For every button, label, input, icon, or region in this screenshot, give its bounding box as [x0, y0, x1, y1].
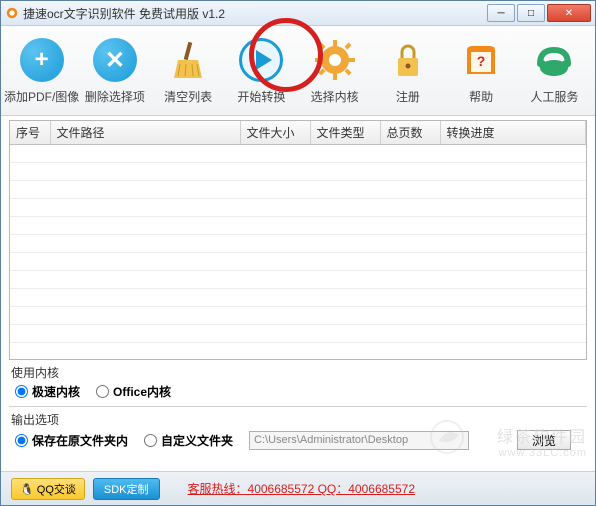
- table-row: [10, 307, 586, 325]
- browse-button[interactable]: 浏览: [517, 430, 571, 450]
- separator: [9, 406, 587, 407]
- engine-label: 选择内核: [311, 88, 359, 105]
- register-label: 注册: [396, 88, 420, 105]
- gear-icon: [311, 36, 359, 84]
- output-radio-group: 保存在原文件夹内 自定义文件夹 浏览: [15, 430, 581, 450]
- clear-button[interactable]: 清空列表: [154, 36, 222, 105]
- table-body: [10, 145, 586, 361]
- delete-button[interactable]: ✕ 删除选择项: [81, 36, 149, 105]
- maximize-button[interactable]: □: [517, 4, 545, 22]
- table-row: [10, 343, 586, 361]
- start-convert-button[interactable]: 开始转换: [227, 36, 295, 105]
- office-engine-label: Office内核: [113, 383, 171, 400]
- fast-engine-label: 极速内核: [32, 383, 80, 400]
- table-row: [10, 199, 586, 217]
- col-index[interactable]: 序号: [10, 121, 50, 145]
- table-row: [10, 181, 586, 199]
- output-section-label: 输出选项: [11, 411, 585, 428]
- select-engine-button[interactable]: 选择内核: [301, 36, 369, 105]
- delete-label: 删除选择项: [85, 88, 145, 105]
- help-label: 帮助: [469, 88, 493, 105]
- col-pages[interactable]: 总页数: [380, 121, 440, 145]
- table-row: [10, 217, 586, 235]
- lock-icon: [384, 36, 432, 84]
- service-label: 人工服务: [530, 88, 578, 105]
- same-folder-radio[interactable]: 保存在原文件夹内: [15, 432, 128, 449]
- help-button[interactable]: ? 帮助: [447, 36, 515, 105]
- file-table: 序号 文件路径 文件大小 文件类型 总页数 转换进度: [10, 121, 586, 360]
- table-row: [10, 235, 586, 253]
- table-row: [10, 253, 586, 271]
- broom-icon: [164, 36, 212, 84]
- custom-folder-radio[interactable]: 自定义文件夹: [144, 432, 233, 449]
- start-label: 开始转换: [237, 88, 285, 105]
- hotline-link[interactable]: 客服热线：4006685572 QQ：4006685572: [188, 480, 415, 497]
- play-icon: [239, 38, 283, 82]
- table-row: [10, 145, 586, 163]
- footer: 🐧 QQ交谈 SDK定制 客服热线：4006685572 QQ：40066855…: [1, 471, 595, 505]
- table-row: [10, 271, 586, 289]
- table-row: [10, 163, 586, 181]
- output-path-input[interactable]: [249, 431, 469, 450]
- fast-engine-radio[interactable]: 极速内核: [15, 383, 80, 400]
- phone-icon: [530, 36, 578, 84]
- col-progress[interactable]: 转换进度: [440, 121, 586, 145]
- svg-text:?: ?: [477, 53, 486, 69]
- plus-icon: +: [20, 38, 64, 82]
- register-button[interactable]: 注册: [374, 36, 442, 105]
- titlebar: 捷速ocr文字识别软件 免费试用版 v1.2 ─ □ ✕: [1, 1, 595, 26]
- close-button[interactable]: ✕: [547, 4, 591, 22]
- minimize-button[interactable]: ─: [487, 4, 515, 22]
- col-type[interactable]: 文件类型: [310, 121, 380, 145]
- app-window: 捷速ocr文字识别软件 免费试用版 v1.2 ─ □ ✕ + 添加PDF/图像 …: [0, 0, 596, 506]
- qq-chat-button[interactable]: 🐧 QQ交谈: [11, 478, 85, 500]
- window-controls: ─ □ ✕: [485, 4, 591, 22]
- same-folder-label: 保存在原文件夹内: [32, 432, 128, 449]
- table-header-row: 序号 文件路径 文件大小 文件类型 总页数 转换进度: [10, 121, 586, 145]
- engine-radio-group: 极速内核 Office内核: [15, 383, 581, 400]
- sdk-button[interactable]: SDK定制: [93, 478, 160, 500]
- window-title: 捷速ocr文字识别软件 免费试用版 v1.2: [23, 5, 485, 22]
- custom-folder-label: 自定义文件夹: [161, 432, 233, 449]
- engine-section-label: 使用内核: [11, 364, 585, 381]
- add-pdf-button[interactable]: + 添加PDF/图像: [8, 36, 76, 105]
- add-pdf-label: 添加PDF/图像: [4, 88, 79, 105]
- col-size[interactable]: 文件大小: [240, 121, 310, 145]
- file-table-container: 序号 文件路径 文件大小 文件类型 总页数 转换进度: [9, 120, 587, 360]
- office-engine-radio[interactable]: Office内核: [96, 383, 171, 400]
- table-row: [10, 325, 586, 343]
- qq-label: QQ交谈: [37, 484, 76, 496]
- x-icon: ✕: [93, 38, 137, 82]
- app-icon: [5, 6, 19, 20]
- toolbar: + 添加PDF/图像 ✕ 删除选择项 清空列表 开始转换 选择内核: [1, 26, 595, 116]
- clear-label: 清空列表: [164, 88, 212, 105]
- table-row: [10, 289, 586, 307]
- service-button[interactable]: 人工服务: [520, 36, 588, 105]
- col-path[interactable]: 文件路径: [50, 121, 240, 145]
- help-icon: ?: [457, 36, 505, 84]
